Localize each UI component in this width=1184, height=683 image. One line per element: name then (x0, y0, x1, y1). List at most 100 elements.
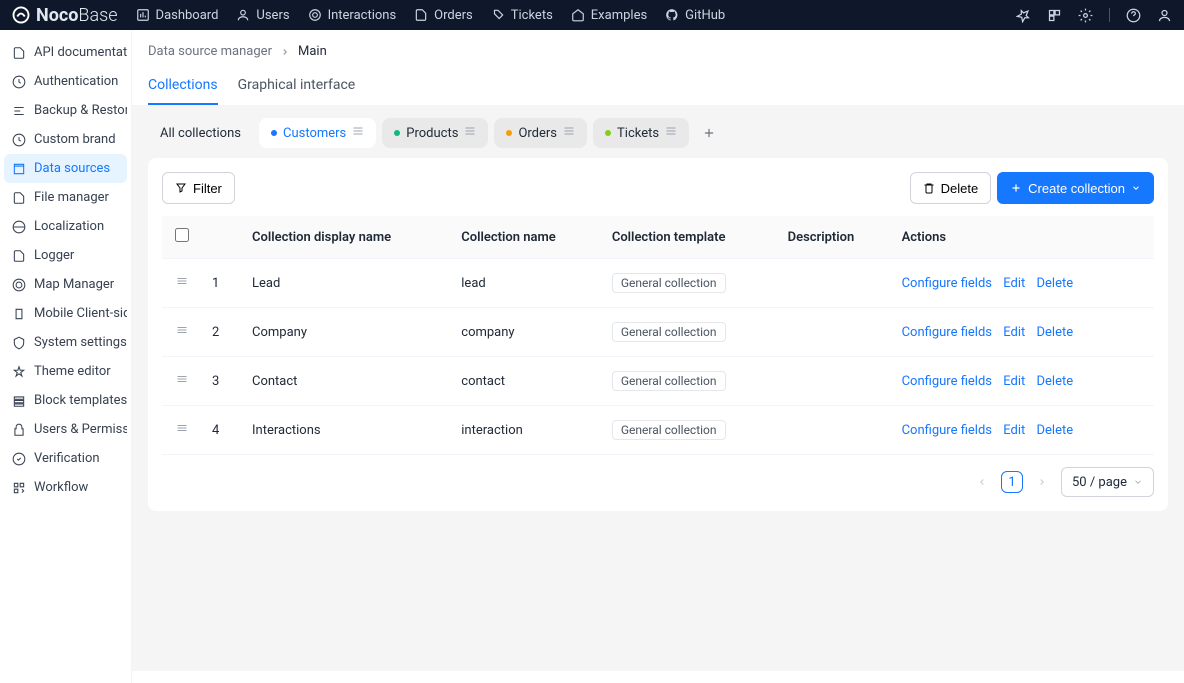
pagination: 1 50 / page (162, 467, 1154, 497)
configure-fields-link[interactable]: Configure fields (902, 423, 992, 438)
template-tag: General collection (612, 273, 726, 293)
select-all-checkbox[interactable] (175, 228, 189, 242)
row-number: 1 (202, 259, 242, 308)
sidebar-icon (12, 104, 26, 118)
collection-category-chips: All collections CustomersProducts Orders T… (148, 118, 1168, 148)
nav-dashboard[interactable]: Dashboard (136, 8, 219, 23)
tag-icon (491, 8, 505, 22)
brand-suffix: Base (78, 5, 117, 26)
chip-menu-icon[interactable] (665, 125, 677, 141)
sidebar-item-authentication[interactable]: Authentication (4, 67, 127, 96)
sidebar-icon (12, 162, 26, 176)
pin-icon[interactable] (1016, 8, 1031, 23)
sidebar-item-backup-restore[interactable]: Backup & Restore (4, 96, 127, 125)
next-page-button[interactable] (1031, 471, 1053, 493)
nav-orders[interactable]: Orders (414, 8, 473, 23)
delete-link[interactable]: Delete (1037, 276, 1074, 291)
profile-icon[interactable] (1157, 8, 1172, 23)
color-dot (394, 130, 400, 136)
chip-menu-icon[interactable] (563, 125, 575, 141)
breadcrumb: Data source manager Main (132, 30, 1184, 69)
sidebar-item-custom-brand[interactable]: Custom brand (4, 125, 127, 154)
nav-tickets[interactable]: Tickets (491, 8, 553, 23)
sidebar-item-verification[interactable]: Verification (4, 444, 127, 473)
delete-link[interactable]: Delete (1037, 374, 1074, 389)
drag-handle[interactable] (162, 308, 202, 357)
sidebar-label: Theme editor (34, 364, 111, 379)
sidebar-item-file-manager[interactable]: File manager (4, 183, 127, 212)
chip-products[interactable]: Products (382, 118, 488, 148)
page-size-select[interactable]: 50 / page (1061, 467, 1154, 497)
panel-toolbar: Filter Delete Create collection (162, 172, 1154, 204)
settings-sidebar: API documentation AuthenticationBackup & … (0, 30, 132, 683)
chip-customers[interactable]: Customers (259, 118, 376, 148)
edit-link[interactable]: Edit (1003, 325, 1025, 340)
configure-fields-link[interactable]: Configure fields (902, 325, 992, 340)
brand-logo[interactable]: NocoBase (12, 5, 118, 26)
chip-menu-icon[interactable] (464, 125, 476, 141)
configure-fields-link[interactable]: Configure fields (902, 374, 992, 389)
delete-label: Delete (941, 181, 979, 196)
row-number: 2 (202, 308, 242, 357)
sidebar-item-api-documentation[interactable]: API documentation (4, 38, 127, 67)
delete-button[interactable]: Delete (910, 172, 992, 204)
add-category-button[interactable] (695, 119, 723, 147)
sidebar-item-workflow[interactable]: Workflow (4, 473, 127, 502)
sidebar-item-localization[interactable]: Localization (4, 212, 127, 241)
sidebar-item-logger[interactable]: Logger (4, 241, 127, 270)
configure-fields-link[interactable]: Configure fields (902, 276, 992, 291)
delete-link[interactable]: Delete (1037, 325, 1074, 340)
sidebar-icon (12, 220, 26, 234)
filter-button[interactable]: Filter (162, 172, 235, 204)
edit-link[interactable]: Edit (1003, 423, 1025, 438)
sidebar-icon (12, 46, 26, 60)
col-name: Collection name (451, 216, 602, 259)
sidebar-item-system-settings[interactable]: System settings (4, 328, 127, 357)
chip-tickets[interactable]: Tickets (593, 118, 689, 148)
sidebar-item-users-permissions[interactable]: Users & Permissions (4, 415, 127, 444)
nav-examples[interactable]: Examples (571, 8, 647, 23)
chip-all-collections[interactable]: All collections (148, 119, 253, 148)
nav-users[interactable]: Users (236, 8, 289, 23)
sidebar-item-map-manager[interactable]: Map Manager (4, 270, 127, 299)
breadcrumb-parent[interactable]: Data source manager (148, 44, 272, 59)
nav-label: Interactions (328, 8, 397, 23)
nav-interactions[interactable]: Interactions (308, 8, 397, 23)
plugin-icon[interactable] (1047, 8, 1062, 23)
edit-link[interactable]: Edit (1003, 374, 1025, 389)
gear-icon[interactable] (1078, 8, 1093, 23)
sidebar-item-block-templates[interactable]: Block templates (4, 386, 127, 415)
create-collection-button[interactable]: Create collection (997, 172, 1154, 204)
sidebar-item-mobile-client-side-[interactable]: Mobile Client-side(... (4, 299, 127, 328)
nav-github[interactable]: GitHub (665, 8, 725, 23)
col-description: Description (778, 216, 892, 259)
tab-collections[interactable]: Collections (148, 69, 218, 105)
sidebar-label: API documentation (34, 45, 127, 60)
chevron-down-icon (1133, 477, 1143, 487)
cell-name: contact (451, 357, 602, 406)
drag-handle[interactable] (162, 259, 202, 308)
header-actions (1016, 8, 1172, 23)
template-tag: General collection (612, 371, 726, 391)
cell-display: Company (242, 308, 451, 357)
delete-link[interactable]: Delete (1037, 423, 1074, 438)
page-number[interactable]: 1 (1001, 471, 1023, 493)
sidebar-item-data-sources[interactable]: Data sources (4, 154, 127, 183)
chip-orders[interactable]: Orders (494, 118, 587, 148)
drag-handle[interactable] (162, 357, 202, 406)
sidebar-item-theme-editor[interactable]: Theme editor (4, 357, 127, 386)
help-icon[interactable] (1126, 8, 1141, 23)
chip-label: Orders (518, 126, 557, 141)
main-content: Data source manager Main Collections Gra… (132, 30, 1184, 683)
chip-menu-icon[interactable] (352, 125, 364, 141)
cell-description (778, 357, 892, 406)
sidebar-label: Block templates (34, 393, 127, 408)
cell-display: Lead (242, 259, 451, 308)
prev-page-button[interactable] (971, 471, 993, 493)
drag-handle[interactable] (162, 406, 202, 455)
color-dot (271, 130, 277, 136)
brand-name: Noco (36, 5, 78, 26)
sidebar-label: System settings (34, 335, 127, 350)
tab-graphical[interactable]: Graphical interface (238, 69, 356, 105)
edit-link[interactable]: Edit (1003, 276, 1025, 291)
